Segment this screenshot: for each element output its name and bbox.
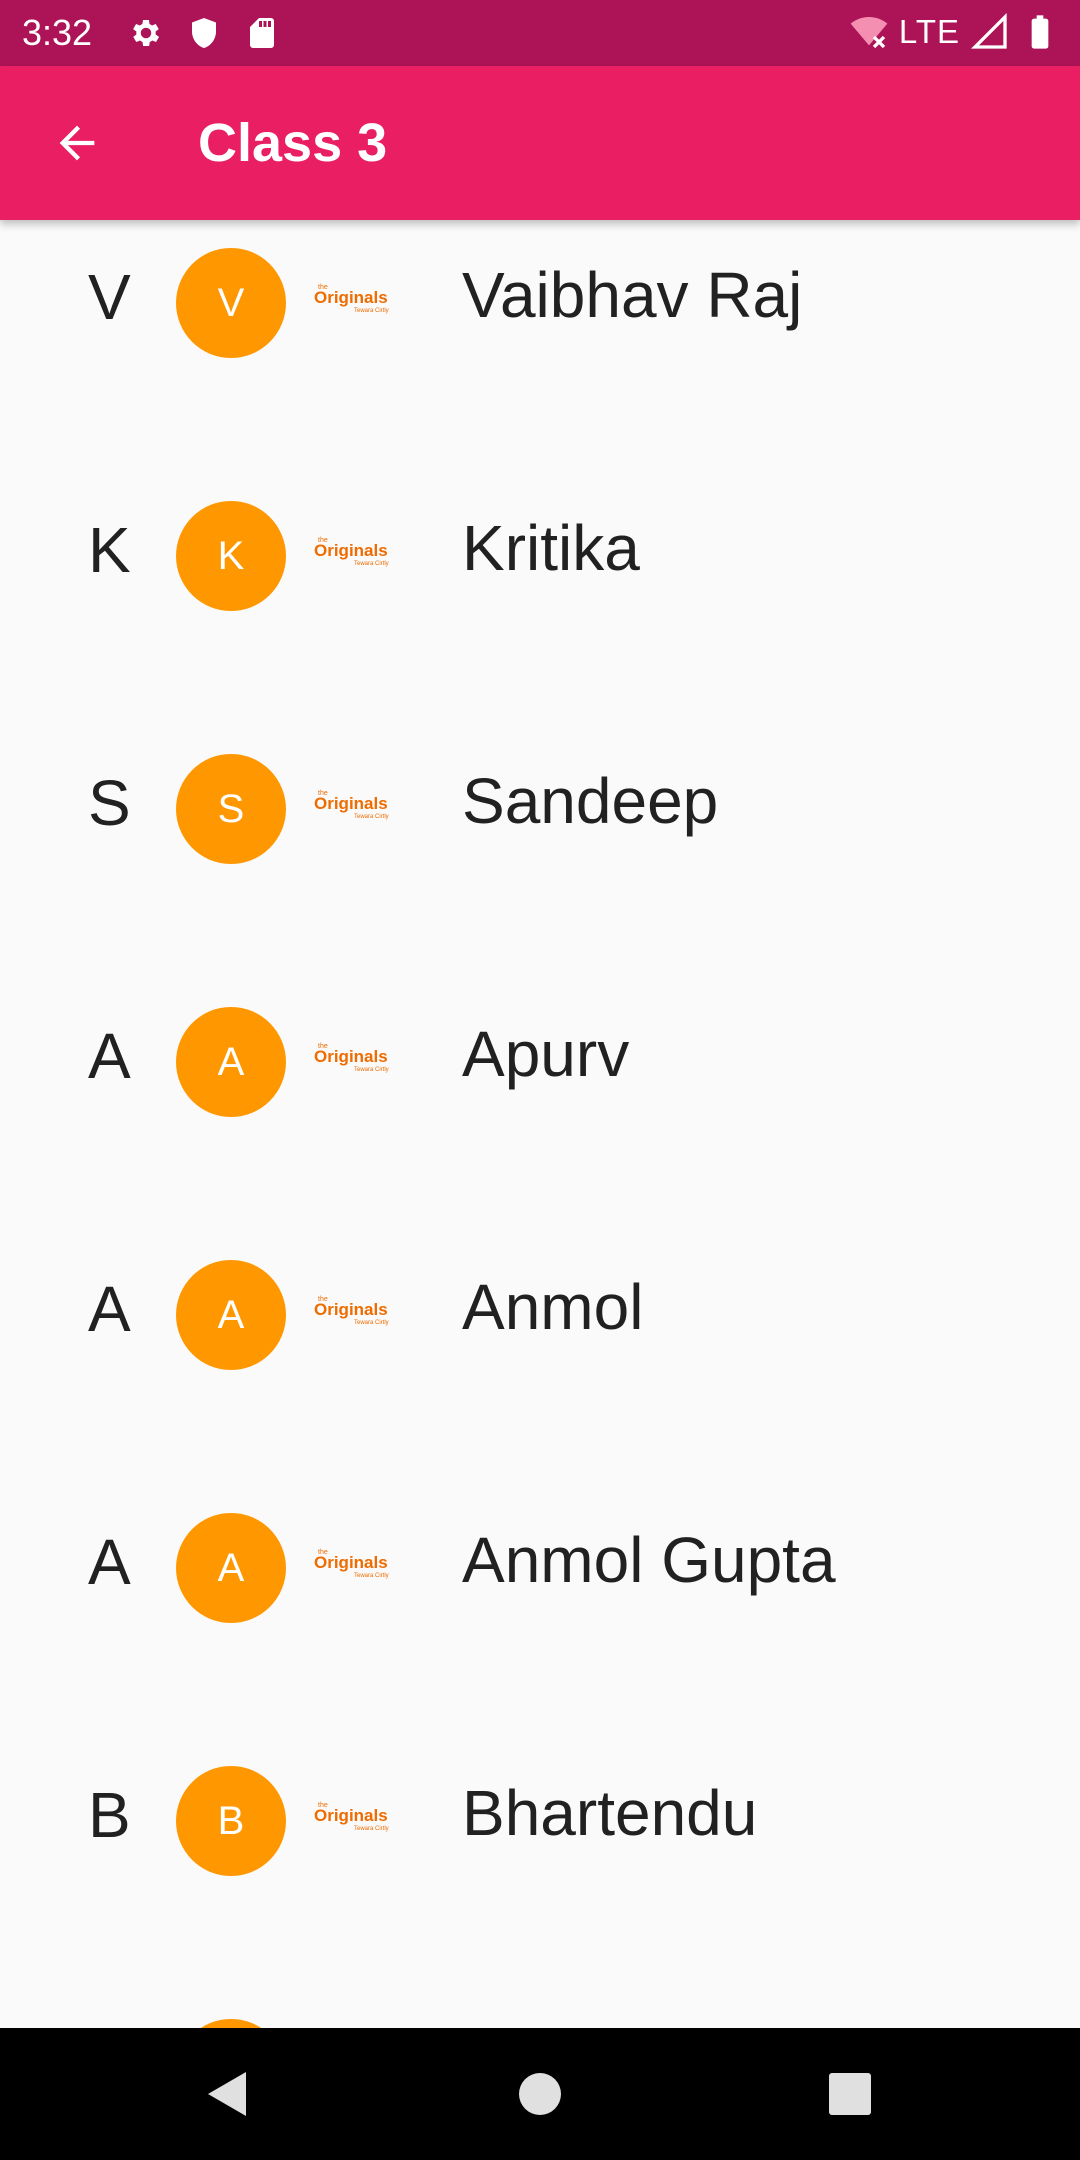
originals-logo: the Originals Tewara Cirtly: [314, 1294, 394, 1334]
logo-sub-text: Tewara Cirtly: [354, 1320, 389, 1326]
originals-logo: the Originals Tewara Cirtly: [314, 788, 394, 828]
student-initial: K: [88, 514, 131, 586]
nav-home-button[interactable]: [510, 2064, 570, 2124]
list-item[interactable]: S S the Originals Tewara Cirtly Sandeep: [0, 726, 1080, 979]
navigation-bar: [0, 2028, 1080, 2160]
logo-sub-text: Tewara Cirtly: [354, 308, 389, 314]
logo-main-text: Originals: [314, 288, 388, 307]
student-name: Kritika: [462, 512, 640, 584]
student-initial: A: [88, 1020, 131, 1092]
list-item[interactable]: A A the Originals Tewara Cirtly Anmol: [0, 1232, 1080, 1485]
shield-icon: [192, 18, 216, 48]
status-system-icons: LTE: [849, 12, 1060, 52]
avatar-letter: A: [217, 1039, 245, 1084]
student-initial: A: [88, 1526, 131, 1598]
avatar: A: [176, 1007, 286, 1117]
network-type: LTE: [898, 13, 960, 50]
list-item[interactable]: V V the Originals Tewara Cirtly Vaibhav Ra…: [0, 220, 1080, 473]
logo-sub-text: Tewara Cirtly: [354, 814, 389, 820]
student-name: Anmol Gupta: [462, 1524, 836, 1596]
avatar-letter: K: [217, 533, 245, 578]
student-initial: V: [88, 261, 131, 333]
logo-main-text: Originals: [314, 1047, 388, 1066]
list-item[interactable]: B B the Originals Tewara Cirtly Bhartendu: [0, 1738, 1080, 1991]
status-bar: 3:32 LTE: [0, 0, 1080, 66]
logo-sub-text: Tewara Cirtly: [354, 1067, 389, 1073]
battery-icon: [1031, 15, 1049, 49]
logo-sub-text: Tewara Cirtly: [354, 1826, 389, 1832]
avatar: V: [176, 248, 286, 358]
originals-logo: the Originals Tewara Cirtly: [314, 1547, 394, 1587]
nav-back-icon: [208, 2072, 246, 2116]
originals-logo: the Originals Tewara Cirtly: [314, 1800, 394, 1840]
page-title: Class 3: [198, 113, 388, 173]
avatar: S: [176, 754, 286, 864]
logo-main-text: Originals: [314, 541, 388, 560]
nav-recents-icon: [829, 2073, 871, 2115]
student-initial: A: [88, 1273, 131, 1345]
avatar-letter: B: [217, 1798, 245, 1843]
originals-logo: the Originals Tewara Cirtly: [314, 282, 394, 322]
status-notification-icons: [128, 15, 280, 51]
arrow-back-icon: [59, 125, 95, 161]
avatar-letter: V: [217, 280, 245, 325]
status-time: 3:32: [22, 12, 93, 53]
avatar: [176, 2019, 286, 2028]
avatar-letter: A: [217, 1292, 245, 1337]
logo-sub-text: Tewara Cirtly: [354, 561, 389, 567]
avatar-letter: S: [217, 786, 245, 831]
student-name: Sandeep: [462, 765, 719, 837]
wifi-off-icon: [850, 17, 888, 49]
originals-logo: the Originals Tewara Cirtly: [314, 1041, 394, 1081]
avatar: A: [176, 1260, 286, 1370]
signal-icon: [970, 12, 1007, 49]
student-initial: S: [88, 767, 131, 839]
list-item[interactable]: A A the Originals Tewara Cirtly Anmol Gupt…: [0, 1485, 1080, 1738]
list-item[interactable]: K K the Originals Tewara Cirtly Kritika: [0, 473, 1080, 726]
nav-home-icon: [519, 2073, 561, 2115]
logo-main-text: Originals: [314, 1300, 388, 1319]
list-item[interactable]: A A the Originals Tewara Cirtly Apurv: [0, 979, 1080, 1232]
avatar: B: [176, 1766, 286, 1876]
app-bar: [0, 66, 1080, 220]
student-name: Vaibhav Raj: [462, 259, 803, 331]
student-list[interactable]: V V the Originals Tewara Cirtly Vaibhav Ra…: [0, 220, 1080, 2028]
logo-main-text: Originals: [314, 1553, 388, 1572]
student-name: Bhartendu: [462, 1777, 758, 1849]
avatar-letter: A: [217, 1545, 245, 1590]
logo-main-text: Originals: [314, 1806, 388, 1825]
nav-recents-button[interactable]: [820, 2064, 880, 2124]
settings-icon: [133, 19, 160, 47]
back-button[interactable]: [44, 110, 110, 176]
logo-main-text: Originals: [314, 794, 388, 813]
sd-card-icon: [250, 18, 274, 48]
student-name: Apurv: [462, 1018, 630, 1090]
originals-logo: the Originals Tewara Cirtly: [314, 535, 394, 575]
avatar: A: [176, 1513, 286, 1623]
avatar: K: [176, 501, 286, 611]
list-item[interactable]: [0, 1991, 1080, 2028]
nav-back-button[interactable]: [196, 2064, 256, 2124]
logo-sub-text: Tewara Cirtly: [354, 1573, 389, 1579]
student-initial: B: [88, 1779, 131, 1851]
student-name: Anmol: [462, 1271, 644, 1343]
